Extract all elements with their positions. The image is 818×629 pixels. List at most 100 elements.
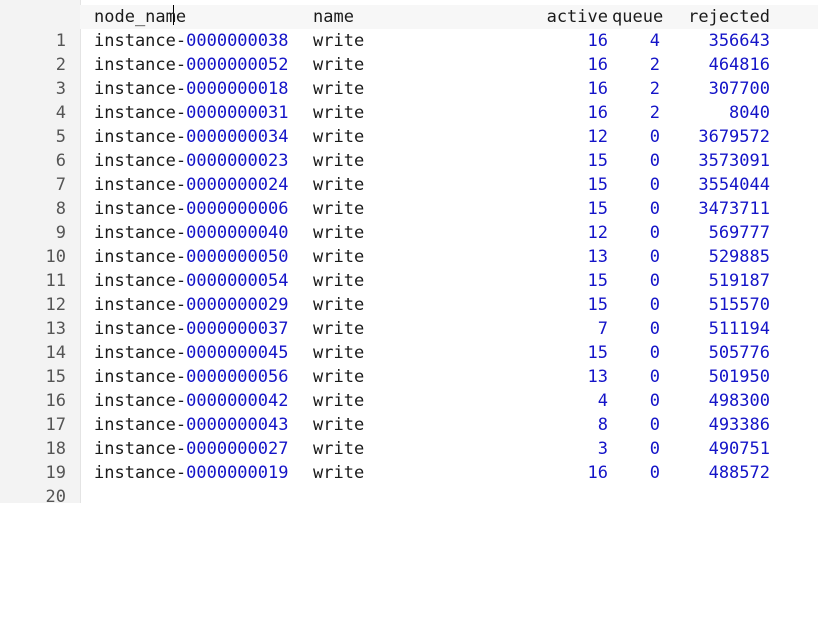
node-name-cell: instance-0000000050: [94, 245, 288, 269]
table-row[interactable]: 15 instance-0000000045 write 15 0 505776: [0, 341, 818, 387]
name-cell: write: [313, 103, 365, 123]
node-id: 0000000052: [186, 55, 289, 75]
name-cell: write: [313, 295, 365, 315]
table-row[interactable]: 10 instance-0000000040 write 12 0 569777: [0, 221, 818, 267]
line-content[interactable]: instance-0000000019 write 16 0 488572: [80, 461, 818, 485]
rejected-cell: 307700: [708, 79, 770, 99]
node-id: 0000000031: [186, 103, 289, 123]
name-cell: write: [313, 463, 365, 483]
line-content[interactable]: instance-0000000056 write 13 0 501950: [80, 365, 818, 389]
line-content[interactable]: instance-0000000031 write 16 2 8040: [80, 101, 818, 125]
name-cell: write: [313, 127, 365, 147]
rejected-cell: 3554044: [698, 175, 770, 195]
line-content[interactable]: instance-0000000042 write 4 0 498300: [80, 389, 818, 413]
active-cell: 13: [587, 367, 608, 387]
node-prefix: instance-: [94, 127, 187, 147]
line-content[interactable]: instance-0000000052 write 16 2 464816: [80, 53, 818, 77]
node-name-cell: instance-0000000040: [94, 221, 288, 245]
table-row[interactable]: 6 instance-0000000034 write 12 0 3679572: [0, 125, 818, 171]
line-content[interactable]: instance-0000000024 write 15 0 3554044: [80, 173, 818, 197]
table-row[interactable]: 14 instance-0000000037 write 7 0 511194: [0, 317, 818, 363]
node-prefix: instance-: [94, 55, 187, 75]
queue-cell: 0: [649, 391, 660, 411]
node-prefix: instance-: [94, 103, 187, 123]
node-name-cell: instance-0000000023: [94, 149, 288, 173]
text-editor[interactable]: 1 node_name name active queue rejected 2…: [0, 0, 818, 507]
active-cell: 16: [587, 55, 608, 75]
name-cell: write: [313, 223, 365, 243]
active-cell: 16: [587, 31, 608, 51]
header-line[interactable]: 1 node_name name active queue rejected: [0, 5, 818, 51]
line-content[interactable]: instance-0000000029 write 15 0 515570: [80, 293, 818, 317]
table-row[interactable]: 8 instance-0000000024 write 15 0 3554044: [0, 173, 818, 219]
table-row[interactable]: 13 instance-0000000029 write 15 0 515570: [0, 293, 818, 339]
line-content[interactable]: instance-0000000034 write 12 0 3679572: [80, 125, 818, 149]
active-cell: 15: [587, 295, 608, 315]
table-row[interactable]: 9 instance-0000000006 write 15 0 3473711: [0, 197, 818, 243]
node-id: 0000000050: [186, 247, 289, 267]
node-id: 0000000056: [186, 367, 289, 387]
line-content[interactable]: instance-0000000050 write 13 0 529885: [80, 245, 818, 269]
node-name-cell: instance-0000000006: [94, 197, 288, 221]
line-content[interactable]: instance-0000000038 write 16 4 356643: [80, 29, 818, 53]
queue-cell: 0: [649, 199, 660, 219]
name-cell: write: [313, 271, 365, 291]
active-cell: 15: [587, 151, 608, 171]
table-row[interactable]: 7 instance-0000000023 write 15 0 3573091: [0, 149, 818, 195]
name-cell: write: [313, 55, 365, 75]
header-rejected: rejected: [688, 7, 770, 27]
queue-cell: 0: [649, 127, 660, 147]
table-row[interactable]: 18 instance-0000000043 write 8 0 493386: [0, 413, 818, 459]
rejected-cell: 511194: [708, 319, 770, 339]
rejected-cell: 519187: [708, 271, 770, 291]
rejected-cell: 488572: [708, 463, 770, 483]
name-cell: write: [313, 319, 365, 339]
node-id: 0000000042: [186, 391, 289, 411]
line-content[interactable]: instance-0000000040 write 12 0 569777: [80, 221, 818, 245]
line-content[interactable]: instance-0000000023 write 15 0 3573091: [80, 149, 818, 173]
node-prefix: instance-: [94, 175, 187, 195]
table-row[interactable]: 20 instance-0000000019 write 16 0 488572: [0, 461, 818, 507]
line-content[interactable]: instance-0000000006 write 15 0 3473711: [80, 197, 818, 221]
node-prefix: instance-: [94, 247, 187, 267]
name-cell: write: [313, 367, 365, 387]
rejected-cell: 501950: [708, 367, 770, 387]
table-row[interactable]: 16 instance-0000000056 write 13 0 501950: [0, 365, 818, 411]
node-prefix: instance-: [94, 343, 187, 363]
queue-cell: 0: [649, 415, 660, 435]
table-row[interactable]: 11 instance-0000000050 write 13 0 529885: [0, 245, 818, 291]
table-row[interactable]: 17 instance-0000000042 write 4 0 498300: [0, 389, 818, 435]
name-cell: write: [313, 199, 365, 219]
line-content[interactable]: instance-0000000018 write 16 2 307700: [80, 77, 818, 101]
table-row[interactable]: 12 instance-0000000054 write 15 0 519187: [0, 269, 818, 315]
node-prefix: instance-: [94, 79, 187, 99]
table-row[interactable]: 19 instance-0000000027 write 3 0 490751: [0, 437, 818, 483]
table-row[interactable]: 3 instance-0000000052 write 16 2 464816: [0, 53, 818, 99]
node-prefix: instance-: [94, 367, 187, 387]
node-prefix: instance-: [94, 271, 187, 291]
line-content[interactable]: instance-0000000045 write 15 0 505776: [80, 341, 818, 365]
node-name-cell: instance-0000000056: [94, 365, 288, 389]
table-row[interactable]: 4 instance-0000000018 write 16 2 307700: [0, 77, 818, 123]
table-row[interactable]: 5 instance-0000000031 write 16 2 8040: [0, 101, 818, 147]
active-cell: 15: [587, 271, 608, 291]
line-content[interactable]: instance-0000000043 write 8 0 493386: [80, 413, 818, 437]
line-content[interactable]: instance-0000000037 write 7 0 511194: [80, 317, 818, 341]
active-cell: 16: [587, 463, 608, 483]
line-content[interactable]: node_name name active queue rejected: [80, 5, 818, 29]
node-name-cell: instance-0000000043: [94, 413, 288, 437]
line-content[interactable]: instance-0000000054 write 15 0 519187: [80, 269, 818, 293]
table-row[interactable]: 2 instance-0000000038 write 16 4 356643: [0, 29, 818, 75]
node-id: 0000000054: [186, 271, 289, 291]
line-content[interactable]: instance-0000000027 write 3 0 490751: [80, 437, 818, 461]
node-id: 0000000045: [186, 343, 289, 363]
node-prefix: instance-: [94, 439, 187, 459]
line-number: 20: [45, 487, 66, 507]
editor-content[interactable]: 1 node_name name active queue rejected 2…: [0, 5, 818, 507]
node-name-cell: instance-0000000045: [94, 341, 288, 365]
node-prefix: instance-: [94, 319, 187, 339]
rejected-cell: 3473711: [698, 199, 770, 219]
node-prefix: instance-: [94, 199, 187, 219]
rejected-cell: 3679572: [698, 127, 770, 147]
queue-cell: 0: [649, 271, 660, 291]
